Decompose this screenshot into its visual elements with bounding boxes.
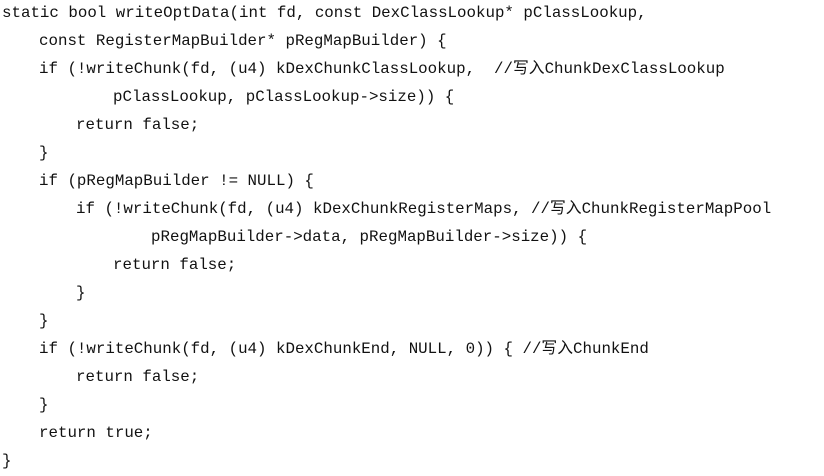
code-line: pRegMapBuilder->data, pRegMapBuilder->si… (151, 228, 588, 246)
code-line: if (!writeChunk(fd, (u4) kDexChunkRegist… (76, 200, 772, 218)
code-line: } (76, 284, 86, 302)
code-line: } (2, 452, 12, 470)
code-line: static bool writeOptData(int fd, const D… (2, 4, 647, 22)
code-line: if (pRegMapBuilder != NULL) { (39, 172, 314, 190)
code-line: const RegisterMapBuilder* pRegMapBuilder… (39, 32, 447, 50)
code-line: } (39, 312, 49, 330)
code-line: return true; (39, 424, 153, 442)
code-line: return false; (113, 256, 237, 274)
code-line: } (39, 144, 49, 162)
code-line: if (!writeChunk(fd, (u4) kDexChunkEnd, N… (39, 340, 649, 358)
code-listing: static bool writeOptData(int fd, const D… (0, 0, 824, 476)
code-line: return false; (76, 116, 200, 134)
code-line: pClassLookup, pClassLookup->size)) { (113, 88, 455, 106)
code-line: if (!writeChunk(fd, (u4) kDexChunkClassL… (39, 60, 725, 78)
code-line: return false; (76, 368, 200, 386)
code-line: } (39, 396, 49, 414)
